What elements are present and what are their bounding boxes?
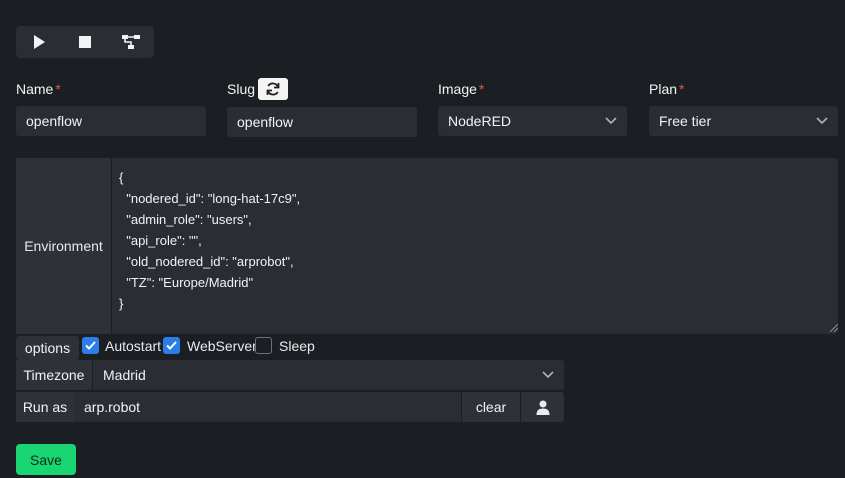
run-as-label-text: Run as [22, 399, 68, 415]
slug-label: Slug [227, 81, 255, 97]
sleep-checkbox[interactable] [255, 337, 272, 354]
play-icon [34, 35, 45, 49]
chevron-down-icon [816, 117, 828, 125]
chevron-down-icon [542, 371, 554, 379]
environment-label-text: Environment [24, 238, 103, 254]
slug-value: openflow [237, 114, 294, 130]
check-icon [166, 341, 177, 350]
name-input[interactable]: openflow [16, 106, 206, 136]
workflow-button[interactable] [108, 26, 154, 58]
name-value: openflow [26, 113, 83, 129]
run-as-input[interactable]: arp.robot [74, 392, 461, 422]
workflow-icon [122, 35, 140, 49]
clear-label: clear [475, 399, 507, 415]
environment-label: Environment [16, 158, 112, 334]
plan-label-text: Plan [649, 81, 678, 97]
stop-icon [79, 36, 91, 48]
stop-button[interactable] [62, 26, 108, 58]
options-label: options [16, 336, 79, 360]
clear-button[interactable]: clear [461, 392, 520, 422]
required-marker: * [679, 81, 685, 97]
sleep-label: Sleep [279, 338, 315, 354]
timezone-label: Timezone [16, 360, 93, 390]
toolbar [16, 26, 154, 58]
timezone-value: Madrid [103, 367, 146, 383]
plan-select[interactable]: Free tier [649, 106, 838, 136]
image-value: NodeRED [448, 113, 512, 129]
required-marker: * [478, 81, 485, 97]
resize-grip-icon[interactable] [830, 324, 838, 332]
refresh-icon [266, 82, 280, 96]
user-icon [536, 400, 549, 415]
play-button[interactable] [16, 26, 62, 58]
chevron-down-icon [605, 117, 617, 125]
required-marker: * [55, 81, 61, 97]
save-label: Save [30, 451, 62, 468]
slug-input[interactable]: openflow [227, 107, 417, 137]
plan-label: Plan * [649, 81, 684, 97]
webserver-label: WebServer [187, 338, 257, 354]
environment-textarea[interactable]: { "nodered_id": "long-hat-17c9", "admin_… [119, 167, 819, 314]
image-label: Image * [438, 81, 484, 97]
save-button[interactable]: Save [16, 444, 76, 475]
timezone-label-text: Timezone [23, 367, 85, 383]
plan-value: Free tier [659, 113, 712, 129]
run-as-value: arp.robot [84, 399, 141, 415]
check-icon [85, 341, 96, 350]
name-label-text: Name [16, 81, 54, 97]
select-user-button[interactable] [520, 392, 564, 422]
image-select[interactable]: NodeRED [438, 106, 627, 136]
run-as-label: Run as [16, 392, 74, 422]
slug-label-text: Slug [227, 81, 256, 97]
autostart-checkbox[interactable] [82, 337, 99, 354]
timezone-select[interactable]: Madrid [93, 360, 564, 390]
name-label: Name * [16, 81, 61, 97]
image-label-text: Image [438, 81, 477, 97]
webserver-checkbox[interactable] [163, 337, 180, 354]
regenerate-slug-button[interactable] [258, 78, 288, 100]
autostart-label: Autostart [105, 338, 162, 354]
options-label-text: options [24, 340, 71, 356]
